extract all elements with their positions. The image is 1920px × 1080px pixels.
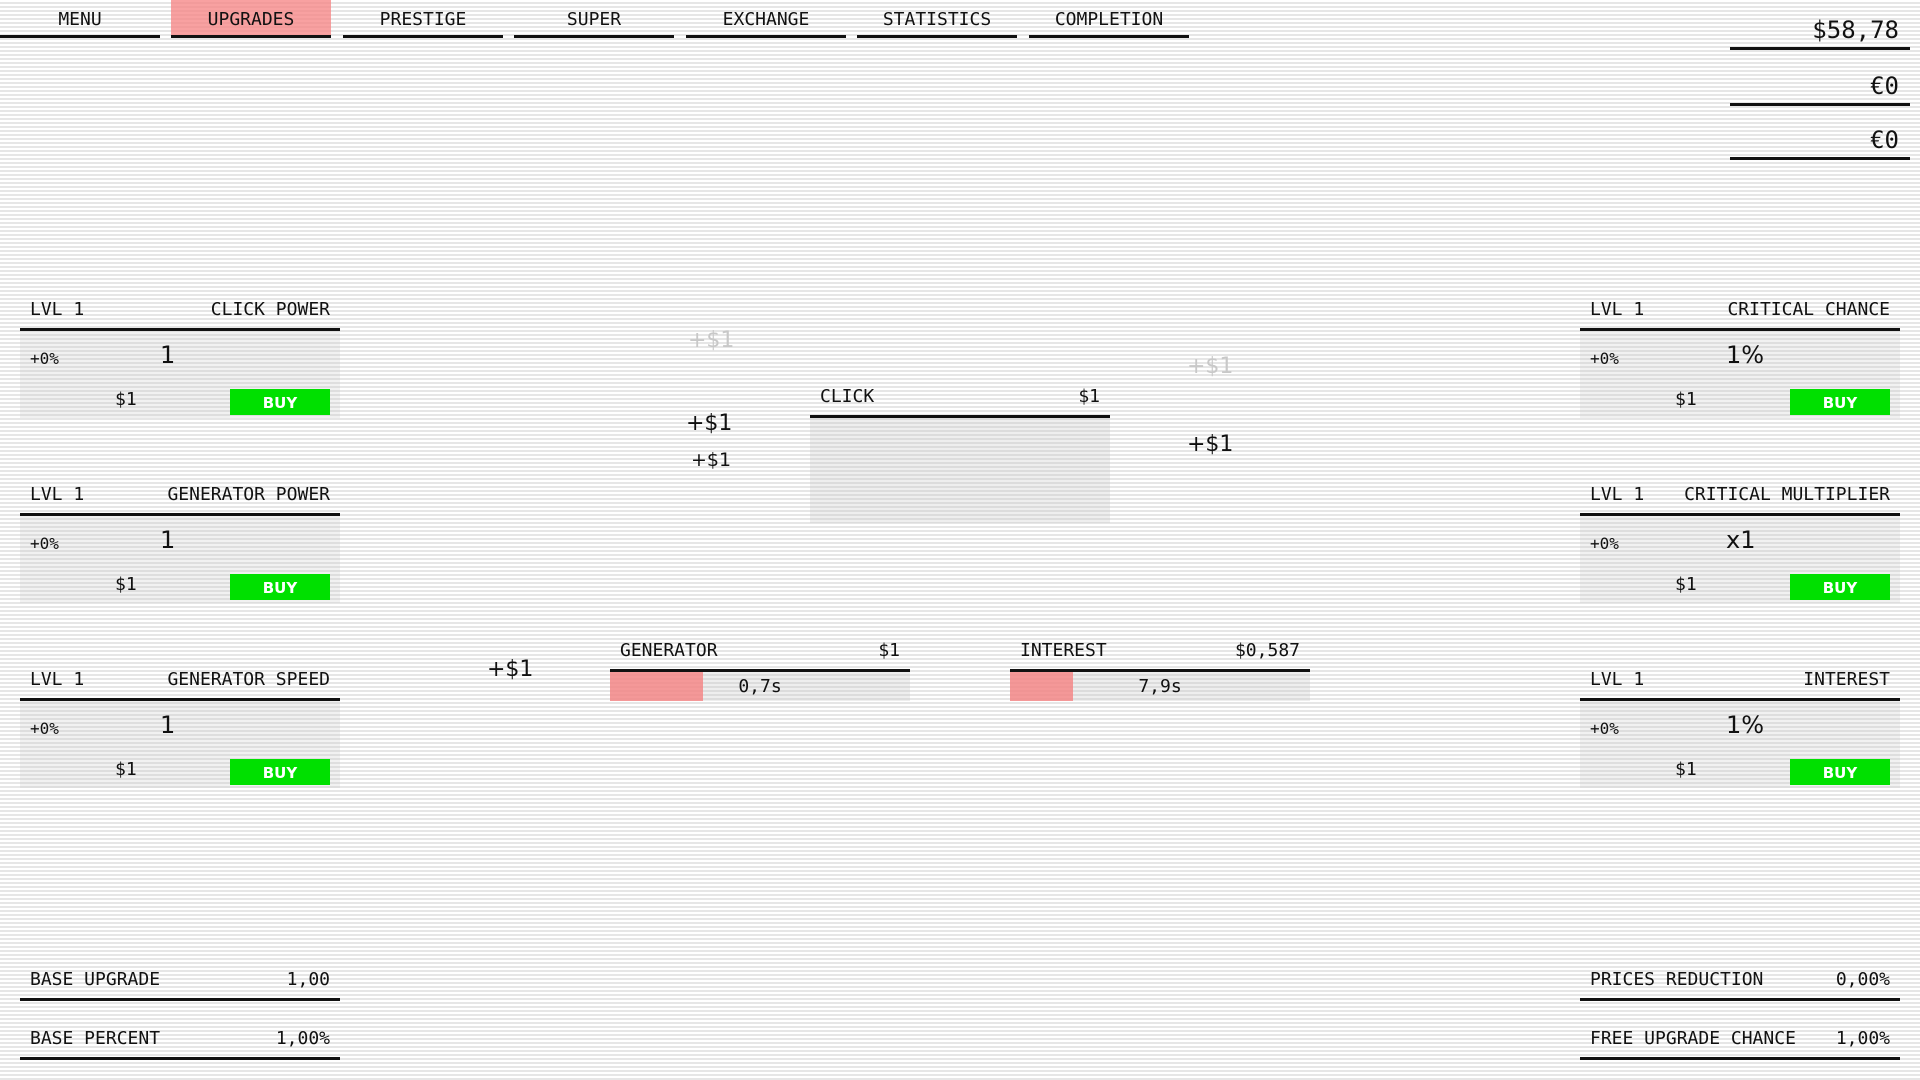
buy-button[interactable]: BUY bbox=[1790, 389, 1890, 415]
upgrade-name: INTEREST bbox=[1803, 669, 1890, 690]
stat-label: PRICES REDUCTION bbox=[1590, 969, 1764, 990]
tab-super[interactable]: SUPER bbox=[514, 0, 674, 38]
upgrade-name: CRITICAL CHANCE bbox=[1727, 299, 1890, 320]
click-header: CLICK $1 bbox=[810, 378, 1110, 418]
stat-base-percent: BASE PERCENT 1,00% bbox=[20, 1020, 340, 1060]
upgrade-header: LVL 1 INTEREST bbox=[1580, 660, 1900, 701]
floating-gain: +$1 bbox=[686, 411, 733, 436]
stat-value: 1,00% bbox=[1835, 1028, 1890, 1049]
buy-button[interactable]: BUY bbox=[230, 759, 330, 785]
upgrade-level: LVL 1 bbox=[1590, 484, 1645, 505]
upgrade-name: GENERATOR SPEED bbox=[167, 669, 330, 690]
upgrade-body: +0% 1 $1 BUY bbox=[20, 701, 340, 788]
floating-gain: +$1 bbox=[487, 657, 534, 682]
upgrade-level: LVL 1 bbox=[1590, 299, 1645, 320]
upgrade-value: 1% bbox=[1726, 711, 1765, 739]
upgrade-bonus: +0% bbox=[1590, 534, 1619, 553]
buy-button[interactable]: BUY bbox=[230, 389, 330, 415]
stat-value: 1,00% bbox=[275, 1028, 330, 1049]
floating-gain: +$1 bbox=[691, 449, 732, 471]
upgrade-value: 1 bbox=[160, 341, 176, 369]
click-label: CLICK bbox=[820, 386, 875, 407]
interest-header: INTEREST $0,587 bbox=[1010, 631, 1310, 672]
interest-label: INTEREST bbox=[1020, 640, 1107, 661]
upgrade-body: +0% 1 $1 BUY bbox=[20, 516, 340, 603]
tab-prestige[interactable]: PRESTIGE bbox=[343, 0, 503, 38]
upgrade-cost: $1 bbox=[1675, 574, 1697, 595]
stat-value: 1,00 bbox=[286, 969, 330, 990]
stat-base-upgrade: BASE UPGRADE 1,00 bbox=[20, 961, 340, 1001]
buy-button[interactable]: BUY bbox=[1790, 759, 1890, 785]
buy-button[interactable]: BUY bbox=[230, 574, 330, 600]
upgrade-body: +0% 1% $1 BUY bbox=[1580, 331, 1900, 418]
upgrade-click-power: LVL 1 CLICK POWER +0% 1 $1 BUY bbox=[20, 290, 340, 418]
upgrade-name: CRITICAL MULTIPLIER bbox=[1684, 484, 1890, 505]
upgrade-cost: $1 bbox=[1675, 389, 1697, 410]
upgrade-bonus: +0% bbox=[1590, 719, 1619, 738]
currency-euro-2: €0 bbox=[1730, 120, 1910, 160]
upgrade-bonus: +0% bbox=[30, 534, 59, 553]
generator-time: 0,7s bbox=[738, 676, 782, 697]
generator-label: GENERATOR bbox=[620, 640, 718, 661]
stat-prices-reduction: PRICES REDUCTION 0,00% bbox=[1580, 961, 1900, 1001]
upgrade-value: 1 bbox=[160, 711, 176, 739]
stat-label: BASE PERCENT bbox=[30, 1028, 161, 1049]
interest-panel: INTEREST $0,587 7,9s bbox=[1010, 631, 1310, 701]
currency-euro-1: €0 bbox=[1730, 66, 1910, 106]
upgrade-header: LVL 1 GENERATOR SPEED bbox=[20, 660, 340, 701]
stat-label: BASE UPGRADE bbox=[30, 969, 161, 990]
generator-progress-bar: 0,7s bbox=[610, 672, 910, 701]
upgrade-header: LVL 1 CRITICAL MULTIPLIER bbox=[1580, 475, 1900, 516]
tab-completion[interactable]: COMPLETION bbox=[1029, 0, 1189, 38]
tab-exchange[interactable]: EXCHANGE bbox=[686, 0, 846, 38]
upgrade-value: x1 bbox=[1726, 526, 1756, 554]
upgrade-interest: LVL 1 INTEREST +0% 1% $1 BUY bbox=[1580, 660, 1900, 788]
upgrade-cost: $1 bbox=[115, 389, 137, 410]
floating-gain: +$1 bbox=[688, 328, 735, 353]
upgrade-header: LVL 1 CLICK POWER bbox=[20, 290, 340, 331]
upgrade-value: 1 bbox=[160, 526, 176, 554]
generator-panel: GENERATOR $1 0,7s bbox=[610, 631, 910, 701]
upgrade-cost: $1 bbox=[1675, 759, 1697, 780]
upgrade-generator-speed: LVL 1 GENERATOR SPEED +0% 1 $1 BUY bbox=[20, 660, 340, 788]
upgrade-generator-power: LVL 1 GENERATOR POWER +0% 1 $1 BUY bbox=[20, 475, 340, 603]
upgrade-level: LVL 1 bbox=[30, 669, 85, 690]
upgrade-bonus: +0% bbox=[1590, 349, 1619, 368]
upgrade-critical-multiplier: LVL 1 CRITICAL MULTIPLIER +0% x1 $1 BUY bbox=[1580, 475, 1900, 603]
upgrade-body: +0% 1% $1 BUY bbox=[1580, 701, 1900, 788]
upgrade-header: LVL 1 CRITICAL CHANCE bbox=[1580, 290, 1900, 331]
upgrade-value: 1% bbox=[1726, 341, 1765, 369]
upgrade-critical-chance: LVL 1 CRITICAL CHANCE +0% 1% $1 BUY bbox=[1580, 290, 1900, 418]
floating-gain: +$1 bbox=[1187, 354, 1234, 379]
tab-menu[interactable]: MENU bbox=[0, 0, 160, 38]
upgrade-body: +0% 1 $1 BUY bbox=[20, 331, 340, 418]
tab-upgrades[interactable]: UPGRADES bbox=[171, 0, 331, 38]
click-area[interactable] bbox=[810, 418, 1110, 523]
stat-value: 0,00% bbox=[1835, 969, 1890, 990]
upgrade-bonus: +0% bbox=[30, 719, 59, 738]
click-panel: CLICK $1 bbox=[810, 378, 1110, 523]
upgrade-body: +0% x1 $1 BUY bbox=[1580, 516, 1900, 603]
upgrade-header: LVL 1 GENERATOR POWER bbox=[20, 475, 340, 516]
stat-label: FREE UPGRADE CHANCE bbox=[1590, 1028, 1796, 1049]
generator-header: GENERATOR $1 bbox=[610, 631, 910, 672]
interest-progress-bar: 7,9s bbox=[1010, 672, 1310, 701]
currency-dollars: $58,78 bbox=[1730, 10, 1910, 50]
buy-button[interactable]: BUY bbox=[1790, 574, 1890, 600]
upgrade-cost: $1 bbox=[115, 759, 137, 780]
upgrade-bonus: +0% bbox=[30, 349, 59, 368]
generator-value: $1 bbox=[878, 640, 900, 661]
stat-free-upgrade-chance: FREE UPGRADE CHANCE 1,00% bbox=[1580, 1020, 1900, 1060]
upgrade-level: LVL 1 bbox=[30, 299, 85, 320]
tab-statistics[interactable]: STATISTICS bbox=[857, 0, 1017, 38]
upgrade-name: GENERATOR POWER bbox=[167, 484, 330, 505]
upgrade-level: LVL 1 bbox=[1590, 669, 1645, 690]
click-value: $1 bbox=[1078, 386, 1100, 407]
floating-gain: +$1 bbox=[1187, 432, 1234, 457]
upgrade-level: LVL 1 bbox=[30, 484, 85, 505]
interest-time: 7,9s bbox=[1138, 676, 1182, 697]
upgrade-name: CLICK POWER bbox=[210, 299, 330, 320]
upgrade-cost: $1 bbox=[115, 574, 137, 595]
interest-value: $0,587 bbox=[1234, 640, 1300, 661]
